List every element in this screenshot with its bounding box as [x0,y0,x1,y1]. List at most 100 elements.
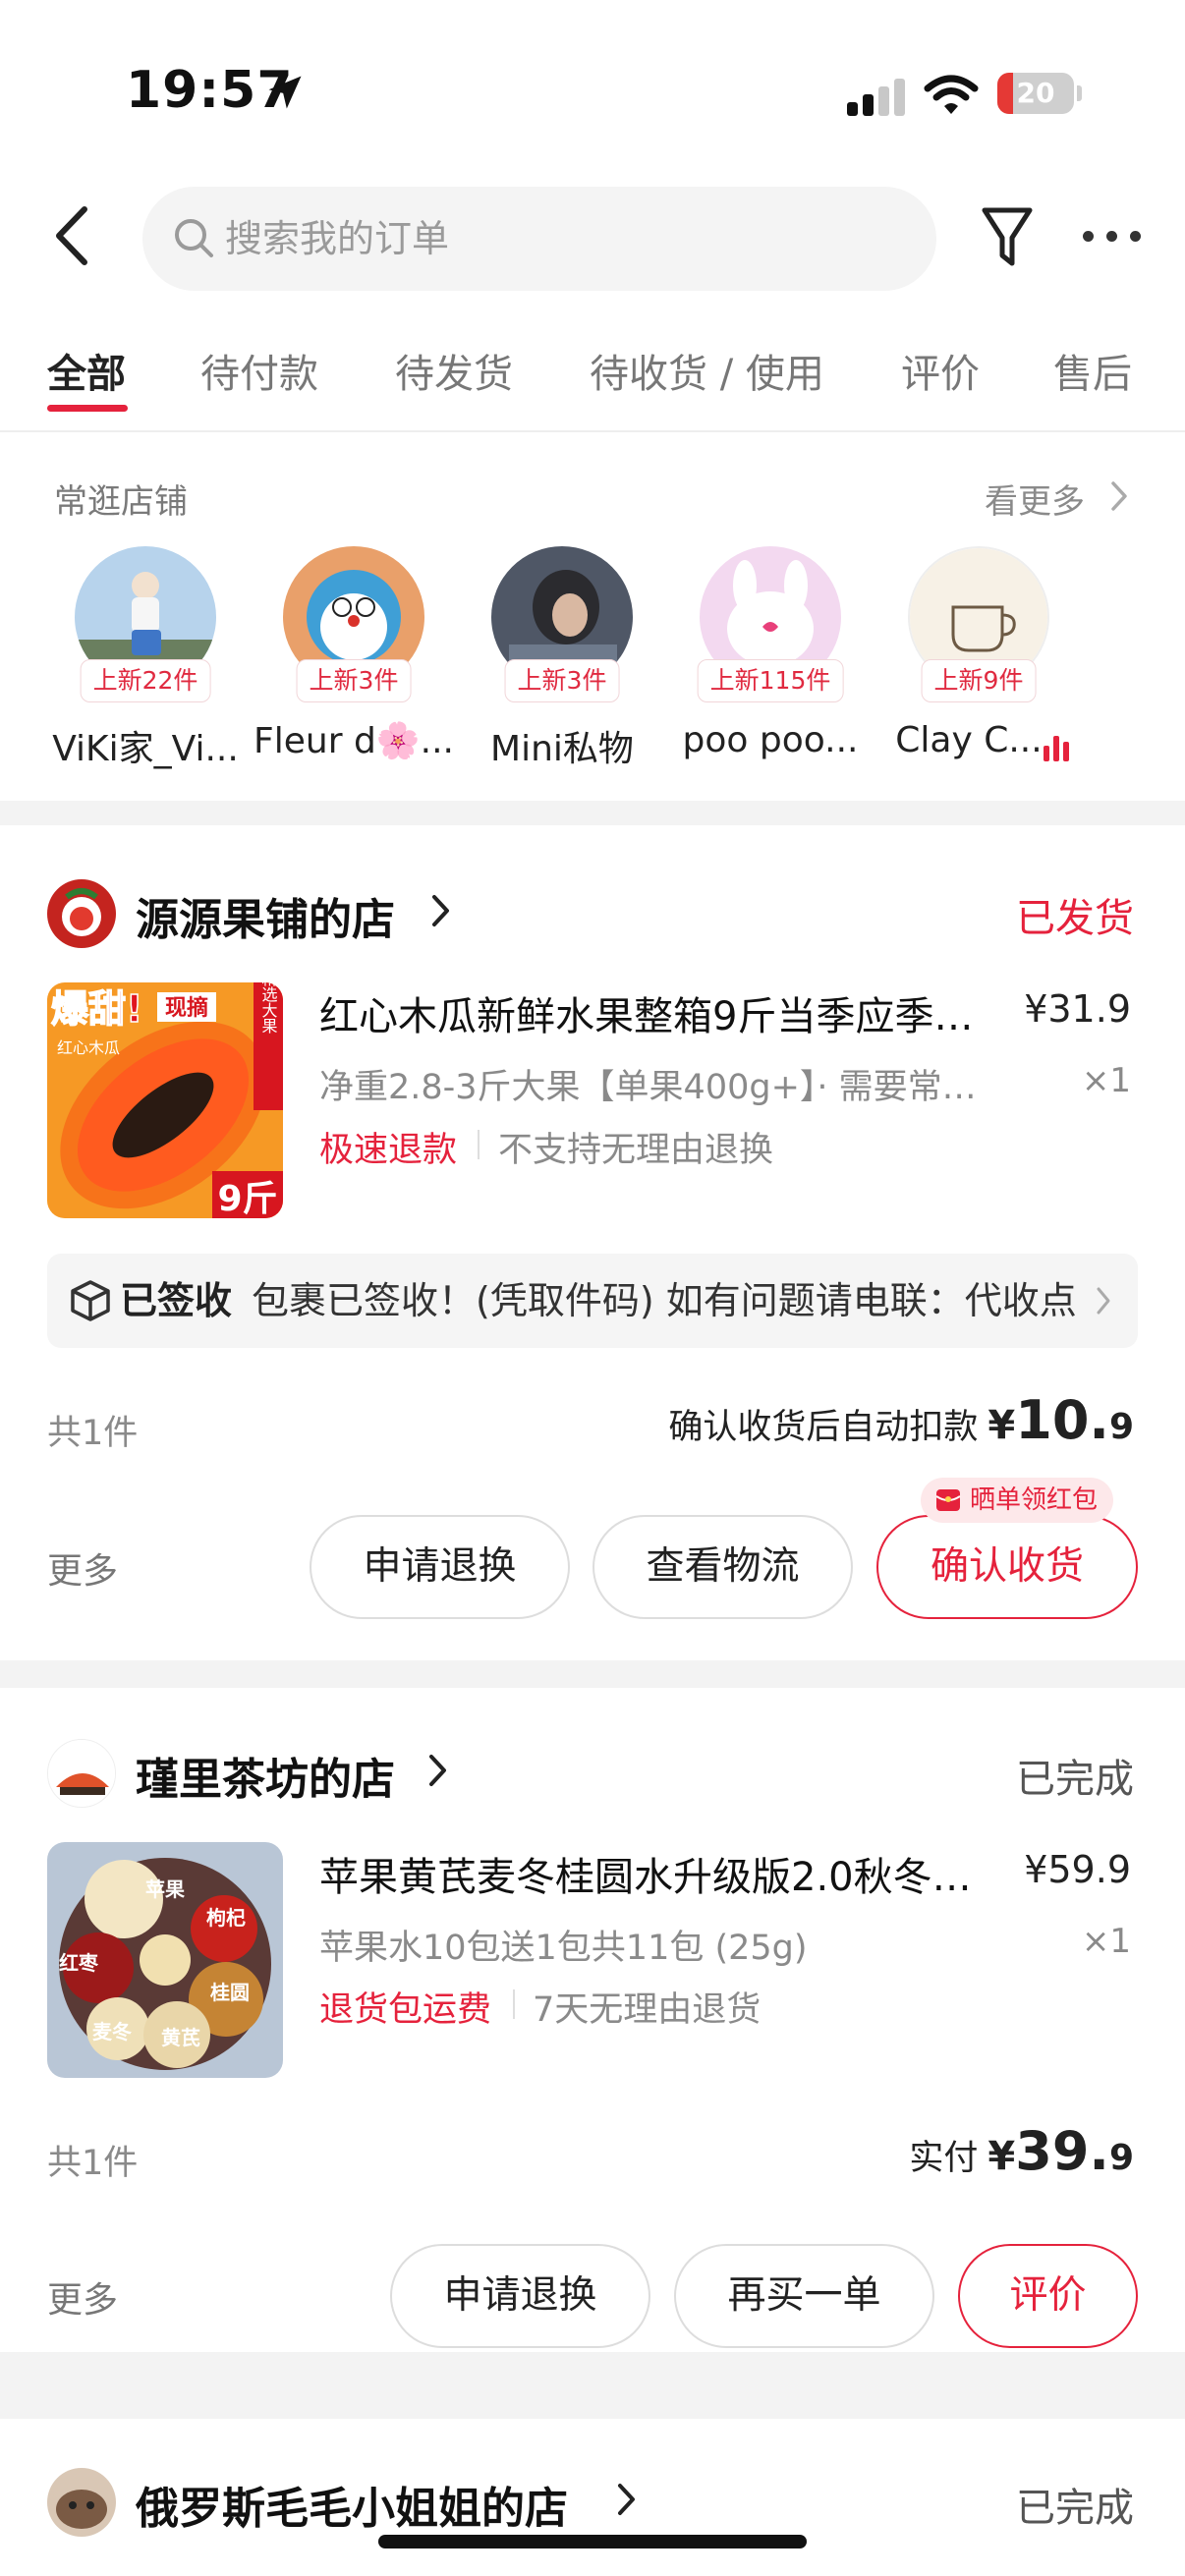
order-tabs: 全部 待付款 待发货 待收货 / 使用 评价 售后 [0,324,1185,432]
battery-icon: 20 [997,73,1082,114]
order-search-input[interactable]: 搜索我的订单 [142,187,936,291]
image-label-goji: 枸杞 [206,1906,246,1930]
apply-return-button[interactable]: 申请退换 [390,2244,650,2348]
image-product-label: 红心木瓜 [57,1038,120,1057]
more-actions-link[interactable]: 更多 [47,2271,118,2323]
wifi-icon [924,75,979,114]
chevron-right-icon [1097,1287,1110,1315]
order-status: 已完成 [1016,1757,1134,1802]
chevron-right-icon[interactable] [616,2481,638,2518]
filter-icon[interactable] [980,204,1035,269]
item-count: 共1件 [47,1414,139,1453]
payment-label: 确认收货后自动扣款 [668,1408,979,1447]
image-label-longan: 桂圆 [209,1981,250,2004]
store-name[interactable]: 源源果铺的店 [136,884,395,947]
store-name[interactable]: 瑾里茶坊的店 [136,1744,395,1807]
buy-again-button[interactable]: 再买一单 [674,2244,934,2348]
battery-percent: 20 [1016,77,1055,109]
confirm-receipt-button[interactable]: 确认收货 [876,1515,1138,1619]
shop-name: ViKi家_Vi... [52,729,239,769]
product-image[interactable]: 精选大果 爆甜! 现摘 红心木瓜 9斤 [47,982,283,1218]
view-logistics-button[interactable]: 查看物流 [592,1515,853,1619]
shop-name: Mini私物 [490,729,634,769]
store-avatar [47,879,116,948]
status-bar: 19:57 20 [0,0,1185,177]
shop-new-badge: 上新3件 [296,659,412,702]
product-spec: 苹果水10包送1包共11包 (25g) [319,1929,808,1968]
logistics-info-bar[interactable]: 已签收 包裹已签收！(凭取件码) 如有问题请电联：代收点 [47,1254,1138,1348]
image-label-astragalus: 黄芪 [161,2026,200,2049]
service-tag-no-return: 不支持无理由退换 [498,1131,774,1170]
frequent-shop-item[interactable]: 上新115件 poo poo... [672,543,869,769]
shop-name: poo poo... [682,720,859,760]
order-status: 已完成 [1016,2486,1134,2531]
package-icon [71,1280,110,1321]
search-icon [175,219,213,257]
image-sub-label: 现摘 [165,995,208,1021]
item-count: 共1件 [47,2144,139,2183]
frequent-shop-item[interactable]: 上新3件 Mini私物 [464,543,660,769]
payment-amount-decimal: 9 [1108,2138,1134,2178]
tab-after-sales[interactable]: 售后 [1053,342,1132,399]
frequent-shop-item[interactable]: 上新22件 ViKi家_Vi... [47,543,244,769]
logistics-status: 已签收 [120,1279,233,1322]
apply-return-button[interactable]: 申请退换 [310,1515,570,1619]
order-status: 已发货 [1016,896,1134,941]
tab-pending-receipt[interactable]: 待收货 / 使用 [590,342,824,399]
active-tab-indicator [47,405,128,412]
store-name[interactable]: 俄罗斯毛毛小姐姐的店 [136,2473,568,2536]
tab-pending-payment[interactable]: 待付款 [200,342,318,399]
chevron-right-icon[interactable] [430,892,452,929]
service-tag-free-return-shipping: 退货包运费 [319,1990,492,2030]
more-actions-link[interactable]: 更多 [47,1542,118,1594]
frequent-shops-more-link[interactable]: 看更多 [985,475,1085,523]
review-button[interactable]: 评价 [958,2244,1138,2348]
product-spec: 净重2.8-3斤大果【单果400g+】· 需要常温催熟 [319,1068,997,1107]
back-icon[interactable] [47,201,96,270]
product-image[interactable]: 苹果 枸杞 红枣 桂圆 麦冬 黄芪 [47,1842,283,2078]
image-label-date: 红枣 [59,1951,99,1975]
tab-pending-shipment[interactable]: 待发货 [395,342,513,399]
chevron-right-icon[interactable] [1108,479,1130,513]
location-arrow-icon [268,76,302,109]
order-card: 俄罗斯毛毛小姐姐的店 已完成 [0,2419,1185,2576]
frequent-shop-item[interactable]: 上新3件 Fleur d🌸... [254,543,454,769]
payment-amount: 10. [1015,1389,1109,1451]
payment-summary: 确认收货后自动扣款 ¥10.9 [668,1389,1134,1451]
order-card: 瑾里茶坊的店 已完成 苹果 枸杞 红枣 桂圆 麦冬 黄芪 苹果黄芪麦冬桂圆水升级… [0,1688,1185,2352]
image-label-ophiopogon: 麦冬 [92,2020,132,2044]
cellular-signal-icon [847,79,905,116]
product-quantity: ×1 [1081,1061,1131,1100]
shop-new-badge: 上新3件 [504,659,620,702]
service-tag-7day-return: 7天无理由退货 [533,1990,762,2030]
payment-summary: 实付 ¥39.9 [909,2120,1134,2182]
payment-amount: 39. [1015,2120,1109,2182]
image-headline: 爆甜! [51,987,142,1031]
image-label-apple: 苹果 [145,1877,185,1901]
chevron-right-icon[interactable] [427,1752,449,1789]
home-indicator [378,2535,807,2548]
image-weight-label: 9斤 [217,1179,277,1218]
payment-currency: ¥ [988,1403,1016,1448]
more-options-icon[interactable] [1081,221,1144,251]
search-placeholder: 搜索我的订单 [225,217,450,260]
tag-divider [478,1130,480,1159]
share-review-promo-badge[interactable]: 晒单领红包 [921,1478,1114,1523]
product-quantity: ×1 [1081,1922,1131,1961]
product-price: ¥59.9 [1024,1848,1131,1891]
payment-currency: ¥ [988,2134,1016,2179]
tag-divider [513,1989,515,2019]
product-price: ¥31.9 [1024,987,1131,1031]
service-tag-fast-refund: 极速退款 [319,1131,458,1170]
shop-new-badge: 上新115件 [697,659,844,702]
tab-all[interactable]: 全部 [47,342,126,399]
frequent-shop-item[interactable]: 上新9件 Clay C... [880,543,1077,769]
order-card: 源源果铺的店 已发货 精选大果 爆甜! 现摘 红心木瓜 9斤 红心木瓜新鲜水果整… [0,825,1185,1660]
red-envelope-icon [935,1489,961,1511]
tab-review[interactable]: 评价 [901,342,980,399]
product-title[interactable]: 红心木瓜新鲜水果整箱9斤当季应季时令水果 [319,984,1007,1041]
frequent-shops-title: 常逛店铺 [54,482,188,522]
product-title[interactable]: 苹果黄芪麦冬桂圆水升级版2.0秋冬养生茶 [319,1845,1007,1902]
store-avatar [47,1739,116,1808]
logistics-detail: 包裹已签收！(凭取件码) 如有问题请电联：代收点 [252,1279,1077,1322]
